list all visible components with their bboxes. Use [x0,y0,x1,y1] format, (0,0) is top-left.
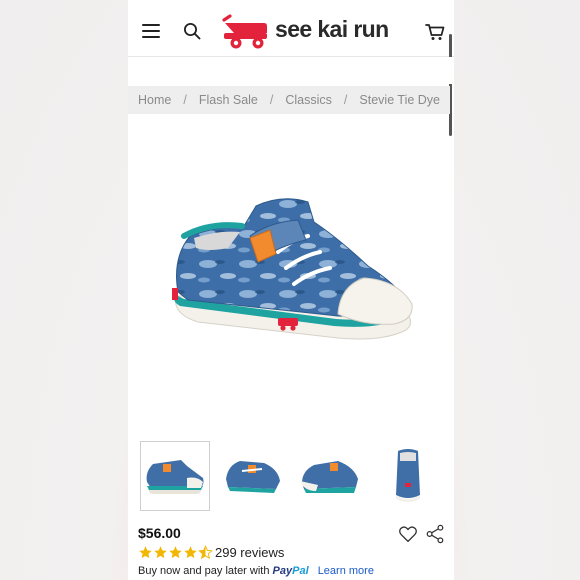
shopping-cart-icon[interactable] [425,23,445,41]
hamburger-menu-icon[interactable] [142,24,160,38]
brand-name: see kai run [275,16,389,42]
half-star-icon [198,544,213,559]
thumbnail-shoe-back [396,449,420,502]
product-page: see kai run Home / Flash Sale / Classics… [128,0,454,580]
review-count-link[interactable]: 299 reviews [215,545,284,560]
star-icon [169,545,182,558]
announcement-band [128,57,454,84]
star-icon [139,545,152,558]
paypal-pay-later-banner: Buy now and pay later with PayPal Learn … [138,565,374,577]
brand-logo[interactable]: see kai run [220,14,410,50]
breadcrumb-separator: / [343,93,348,107]
breadcrumb-current: Stevie Tie Dye [359,93,440,107]
product-main-image[interactable] [158,196,423,356]
red-wagon-logo-icon [222,14,267,49]
thumbnail-shoe-angle [226,461,280,493]
star-icon [154,545,167,558]
thumbnail-3[interactable] [296,441,366,511]
thumbnail-1[interactable] [140,441,210,511]
top-navigation-bar: see kai run [128,0,454,57]
product-price: $56.00 [138,525,181,541]
breadcrumb-separator: / [269,93,274,107]
learn-more-link[interactable]: Learn more [318,565,374,577]
breadcrumb-separator: / [183,93,187,107]
thumbnail-shoe-front [300,461,358,493]
pay-later-text: Buy now and pay later with [138,565,270,577]
heart-icon[interactable] [398,525,418,543]
paypal-logo-part2: Pal [292,565,309,577]
thumbnail-gallery [140,441,445,513]
breadcrumb-home[interactable]: Home [138,93,171,107]
breadcrumb-classics[interactable]: Classics [285,93,332,107]
star-icon [184,545,197,558]
thumbnail-4[interactable] [374,441,444,511]
thumbnail-2[interactable] [218,441,288,511]
share-icon[interactable] [426,524,444,544]
search-icon[interactable] [183,22,201,40]
thumbnail-shoe-side [146,460,204,494]
paypal-logo: PayPal [273,565,309,577]
scrollbar[interactable] [449,34,452,136]
paypal-logo-part1: Pay [272,565,293,577]
star-rating[interactable] [138,544,213,560]
breadcrumb-flash-sale[interactable]: Flash Sale [199,93,258,107]
breadcrumb: Home / Flash Sale / Classics / Stevie Ti… [128,86,450,114]
